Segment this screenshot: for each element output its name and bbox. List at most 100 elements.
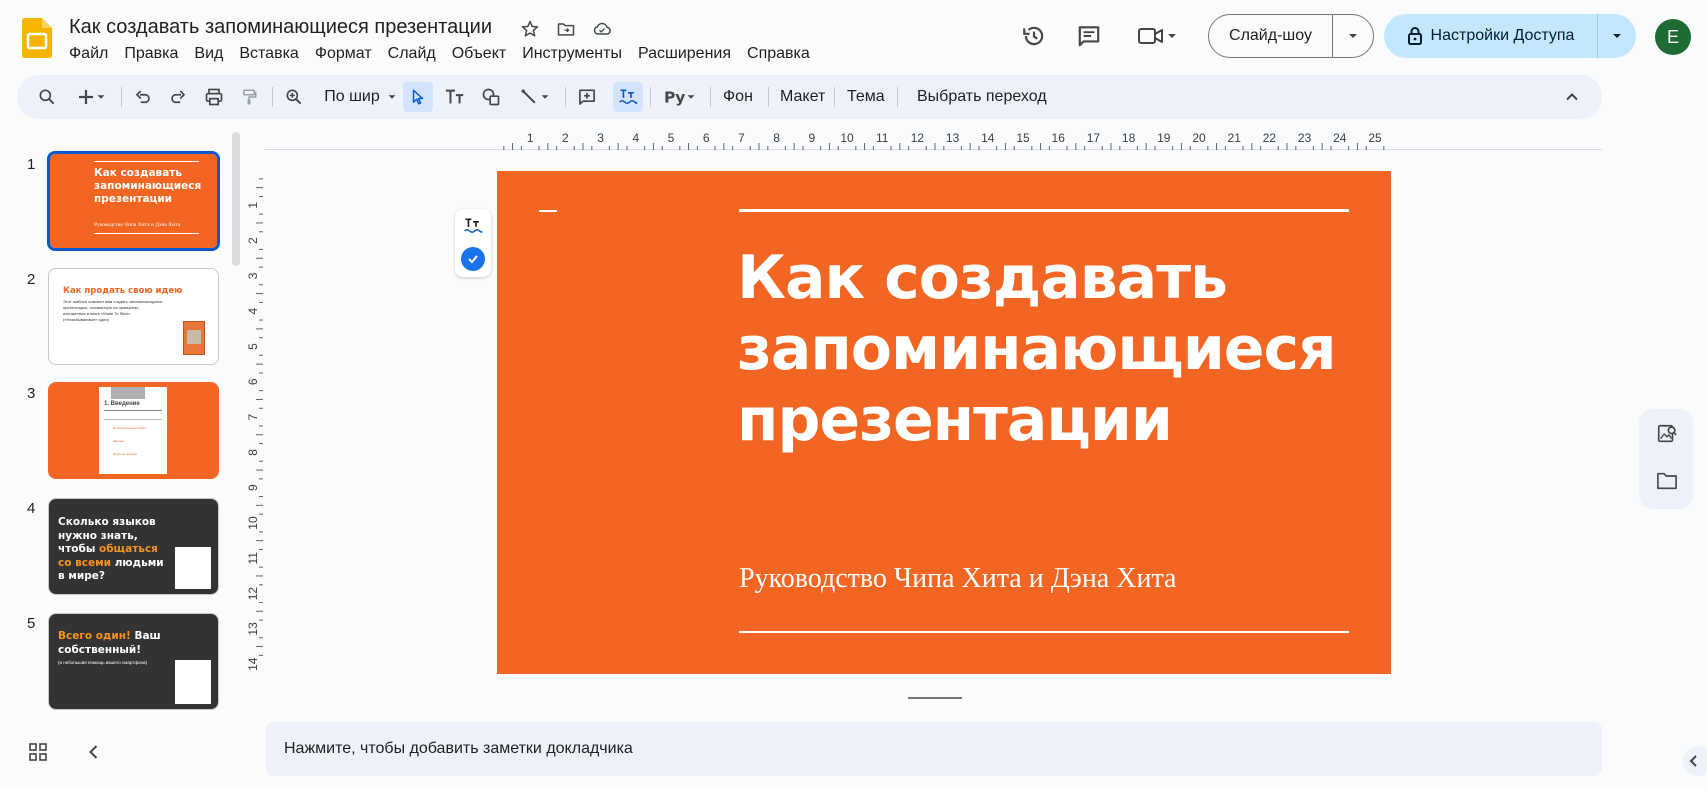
slide-thumbnail-2[interactable]: Как продать свою идею Этот шаблон поможе… <box>48 268 219 365</box>
ruler-label: 14 <box>981 133 995 145</box>
show-side-panel-button[interactable] <box>1683 746 1707 776</box>
notes-resize-handle[interactable] <box>908 697 962 699</box>
search-menus-button[interactable] <box>32 82 62 112</box>
folder-icon[interactable] <box>1656 471 1678 496</box>
menu-slide[interactable]: Слайд <box>380 42 444 66</box>
check-circle-icon[interactable] <box>461 247 485 271</box>
history-icon <box>1021 23 1047 49</box>
vertical-ruler[interactable]: 1234567891011121314 <box>246 172 264 672</box>
collapse-filmstrip-button[interactable] <box>84 742 104 762</box>
chevron-down-icon <box>1610 29 1624 43</box>
notes-placeholder: Нажмите, чтобы добавить заметки докладчи… <box>284 740 633 757</box>
ruler-label: 18 <box>1122 133 1136 145</box>
transition-button[interactable]: Выбрать переход <box>911 82 1053 112</box>
background-button[interactable]: Фон <box>717 82 759 112</box>
shape-button[interactable] <box>476 82 506 112</box>
paint-format-button[interactable] <box>234 82 264 112</box>
ruler-label: 5 <box>668 133 675 145</box>
ruler-label: 12 <box>246 587 260 601</box>
side-panel <box>1639 409 1693 509</box>
grid-icon <box>28 742 48 762</box>
paper-clip-image <box>111 387 145 399</box>
layout-button[interactable]: Макет <box>774 82 831 112</box>
slide-thumbnail-5[interactable]: Всего один! Ваш собственный! (и небольша… <box>48 613 219 710</box>
account-avatar[interactable]: E <box>1655 19 1691 55</box>
share-button-group: Настройки Доступа <box>1384 14 1636 58</box>
slide-thumbnail-3[interactable]: 1. Введение Непредсказуемый факт Эмоции … <box>48 382 219 479</box>
ruler-label: 16 <box>1052 133 1066 145</box>
slide-number: 3 <box>27 385 36 402</box>
paint-format-icon <box>240 87 258 107</box>
spelling-suggestion-panel <box>455 209 491 277</box>
collapse-toolbar-button[interactable] <box>1557 82 1587 112</box>
menu-insert[interactable]: Вставка <box>231 42 306 66</box>
lock-icon <box>1407 26 1423 46</box>
plus-icon <box>77 88 95 106</box>
input-tools-button[interactable]: Pу <box>657 82 703 112</box>
slide-title[interactable]: Как создавать запоминающиеся презентации <box>737 243 1357 456</box>
add-comment-button[interactable] <box>572 82 602 112</box>
move-to-folder-icon[interactable] <box>554 17 578 41</box>
spellcheck-icon[interactable] <box>463 216 483 241</box>
meet-button[interactable] <box>1128 16 1188 56</box>
theme-label: Тема <box>847 88 885 105</box>
share-label: Настройки Доступа <box>1430 27 1575 44</box>
thumb-title: Сколько языков нужно знать, чтобы общать… <box>58 516 173 584</box>
ruler-label: 24 <box>1333 133 1347 145</box>
slideshow-button[interactable]: Слайд-шоу <box>1209 15 1333 57</box>
thumb-body-lines <box>104 410 162 420</box>
thumb-title: 1. Введение <box>104 401 140 407</box>
line-tool-button[interactable] <box>512 82 558 112</box>
ruler-label: 14 <box>246 657 260 671</box>
star-icon[interactable] <box>518 17 542 41</box>
slide-number: 4 <box>27 500 36 517</box>
zoom-value: По шир <box>324 88 380 105</box>
ruler-label: 6 <box>246 378 260 385</box>
redo-button[interactable] <box>163 82 193 112</box>
slide-thumbnail-4[interactable]: Сколько языков нужно знать, чтобы общать… <box>48 498 219 595</box>
new-slide-button[interactable] <box>69 82 115 112</box>
speaker-notes[interactable]: Нажмите, чтобы добавить заметки докладчи… <box>266 722 1602 776</box>
ruler-label: 11 <box>876 133 889 145</box>
menu-format[interactable]: Формат <box>307 42 380 66</box>
cloud-saved-icon[interactable] <box>590 17 614 41</box>
bottom-divider-line[interactable] <box>739 631 1349 633</box>
slides-app-icon[interactable] <box>22 18 52 58</box>
menu-file[interactable]: Файл <box>61 42 116 66</box>
comments-button[interactable] <box>1069 16 1109 56</box>
ruler-label: 19 <box>1157 133 1171 145</box>
menu-arrange[interactable]: Объект <box>444 42 514 66</box>
version-history-button[interactable] <box>1014 16 1054 56</box>
print-button[interactable] <box>199 82 229 112</box>
share-button[interactable]: Настройки Доступа <box>1384 14 1598 58</box>
slideshow-dropdown[interactable] <box>1333 15 1373 57</box>
slide-canvas[interactable]: Как создавать запоминающиеся презентации… <box>497 171 1391 674</box>
menu-view[interactable]: Вид <box>186 42 231 66</box>
document-title[interactable]: Как создавать запоминающиеся презентации <box>69 16 492 39</box>
horizontal-ruler[interactable]: 1 2 3 4 5 6 7 8 9 10 11 12 13 14 15 16 17 18 19 20 21 22 23 24 2… <box>496 133 1390 151</box>
svg-text:Pу: Pу <box>664 88 685 106</box>
text-box-button[interactable] <box>440 82 470 112</box>
image-search-icon[interactable] <box>1656 423 1678 450</box>
top-divider-line[interactable] <box>739 209 1349 212</box>
slide-number: 1 <box>27 156 36 173</box>
ruler-label: 7 <box>246 413 260 420</box>
book-cover-image <box>183 321 205 355</box>
undo-button[interactable] <box>128 82 158 112</box>
background-label: Фон <box>723 88 753 105</box>
theme-button[interactable]: Тема <box>841 82 891 112</box>
grid-view-button[interactable] <box>28 742 48 762</box>
zoom-select[interactable]: По шир <box>312 82 404 112</box>
spelling-button[interactable] <box>613 82 643 112</box>
chevron-down-icon <box>1165 29 1179 43</box>
share-dropdown[interactable] <box>1598 14 1636 58</box>
chevron-down-icon <box>386 91 398 103</box>
zoom-button[interactable] <box>279 82 309 112</box>
slide-subtitle[interactable]: Руководство Чипа Хита и Дэна Хита <box>739 563 1176 595</box>
menu-tools[interactable]: Инструменты <box>514 42 630 66</box>
slide-thumbnail-1[interactable]: Как создавать запоминающиеся презентации… <box>47 151 220 251</box>
menu-extensions[interactable]: Расширения <box>630 42 739 66</box>
select-tool-button[interactable] <box>403 82 433 112</box>
menu-help[interactable]: Справка <box>739 42 818 66</box>
menu-edit[interactable]: Правка <box>116 42 186 66</box>
